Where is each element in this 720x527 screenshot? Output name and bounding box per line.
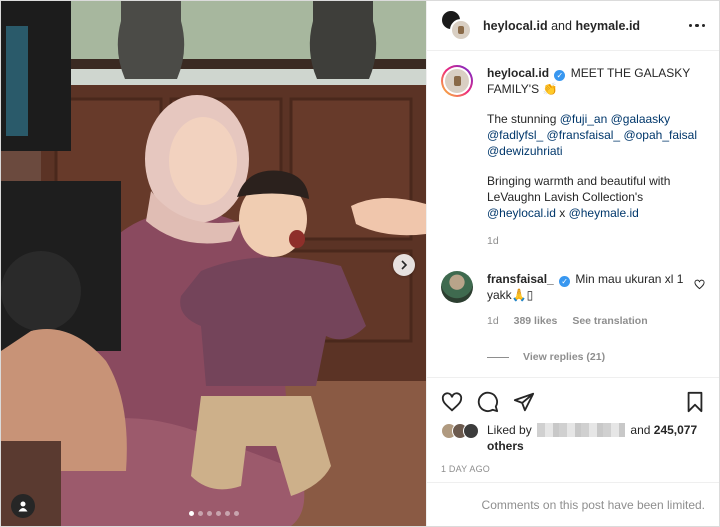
user-icon	[18, 501, 28, 512]
see-translation-link[interactable]: See translation	[572, 315, 647, 327]
carousel-dot	[206, 511, 212, 516]
carousel-dot	[197, 511, 203, 516]
verified-badge-icon: ✓	[559, 276, 571, 287]
mention-link[interactable]: @fuji_an	[560, 112, 608, 126]
caption-text-segment: x	[559, 206, 566, 220]
and-text: and	[551, 18, 572, 33]
caption-time[interactable]: 1d	[487, 235, 499, 247]
like-comment-heart-icon[interactable]	[694, 279, 705, 290]
post-header: heylocal.id and heymale.id	[427, 1, 719, 51]
view-replies-button[interactable]: View replies (21)	[487, 351, 705, 363]
caption-meta: 1d	[487, 233, 705, 249]
carousel-indicator	[1, 511, 426, 516]
comment-likes[interactable]: 389 likes	[514, 315, 558, 327]
share-paper-plane-icon[interactable]	[513, 391, 535, 413]
carousel-dot	[224, 511, 230, 516]
mention-link[interactable]: @galaasky	[611, 112, 671, 126]
post-timestamp[interactable]: 1 DAY AGO	[441, 464, 705, 474]
caption-username[interactable]: heylocal.id	[487, 66, 549, 80]
comment-bubble-icon[interactable]	[477, 391, 499, 413]
mention-link[interactable]: @opah_faisal	[623, 128, 697, 142]
carousel-dot	[215, 511, 221, 516]
collab-avatars[interactable]	[441, 9, 473, 42]
post-side-panel: heylocal.id and heymale.id heylocal.id ✓…	[426, 1, 719, 526]
post-photo[interactable]	[1, 1, 426, 526]
caption-text-segment: Bringing warmth and beautiful with	[487, 174, 671, 188]
comment-text: fransfaisal_ ✓ Min mau ukuran xl 1 yakk🙏…	[487, 271, 705, 329]
tagged-users-button[interactable]	[11, 494, 35, 518]
liked-by: Liked by and 245,077 others	[441, 422, 705, 454]
likes-count[interactable]: 245,077	[654, 423, 697, 437]
mention-link[interactable]: @fadlyfsl_	[487, 128, 543, 142]
next-photo-button[interactable]	[393, 254, 415, 276]
verified-badge-icon: ✓	[554, 70, 566, 81]
author-link[interactable]: heylocal.id	[483, 19, 548, 33]
more-options-icon[interactable]	[688, 23, 705, 28]
chevron-right-icon	[401, 260, 408, 270]
caption-paragraph-2: Bringing warmth and beautiful with LeVau…	[487, 173, 705, 221]
mention-link[interactable]: @fransfaisal_	[547, 128, 621, 142]
likes-others[interactable]: others	[487, 439, 524, 453]
avatar	[463, 423, 479, 439]
avatar[interactable]	[441, 271, 473, 303]
comments-area: heylocal.id ✓ MEET THE GALASKY FAMILY'S …	[427, 51, 719, 377]
caption: heylocal.id ✓ MEET THE GALASKY FAMILY'S …	[441, 65, 705, 249]
comments-limited-notice: Comments on this post have been limited.	[427, 482, 719, 526]
save-bookmark-icon[interactable]	[685, 391, 705, 413]
mention-link[interactable]: @dewizuhriati	[487, 144, 563, 158]
unknown-glyph: ▯	[526, 288, 534, 302]
divider	[487, 356, 509, 358]
caption-text: heylocal.id ✓ MEET THE GALASKY FAMILY'S …	[487, 65, 705, 249]
author-link[interactable]: heymale.id	[575, 19, 640, 33]
post-author-names: heylocal.id and heymale.id	[483, 19, 640, 33]
carousel-dot	[233, 511, 239, 516]
avatar[interactable]	[441, 65, 473, 97]
pray-emoji: 🙏	[511, 288, 527, 302]
view-replies-label: View replies (21)	[523, 351, 606, 363]
liked-by-and: and	[630, 423, 651, 437]
caption-text-segment: The stunning	[487, 112, 557, 126]
like-heart-icon[interactable]	[441, 391, 463, 413]
clap-emoji: 👏	[542, 82, 558, 96]
photo-scene	[1, 1, 426, 526]
avatar	[450, 18, 472, 41]
mention-link[interactable]: @heylocal.id	[487, 206, 556, 220]
instagram-post: heylocal.id and heymale.id heylocal.id ✓…	[0, 0, 720, 527]
comment-meta: 1d 389 likes See translation	[487, 313, 687, 329]
action-bar	[441, 384, 705, 420]
comment: fransfaisal_ ✓ Min mau ukuran xl 1 yakk🙏…	[441, 271, 705, 329]
mention-link[interactable]: @heymale.id	[569, 206, 639, 220]
liked-by-avatars[interactable]	[441, 423, 479, 439]
liked-by-label: Liked by	[487, 423, 532, 437]
comment-time[interactable]: 1d	[487, 315, 499, 327]
comment-username[interactable]: fransfaisal_	[487, 272, 554, 286]
caption-text-segment: LeVaughn Lavish Collection's	[487, 190, 644, 204]
blurred-username	[537, 423, 626, 437]
liked-by-text: Liked by and 245,077 others	[487, 422, 697, 454]
carousel-dot	[188, 511, 194, 516]
caption-paragraph-1: The stunning @fuji_an @galaasky @fadlyfs…	[487, 111, 705, 159]
